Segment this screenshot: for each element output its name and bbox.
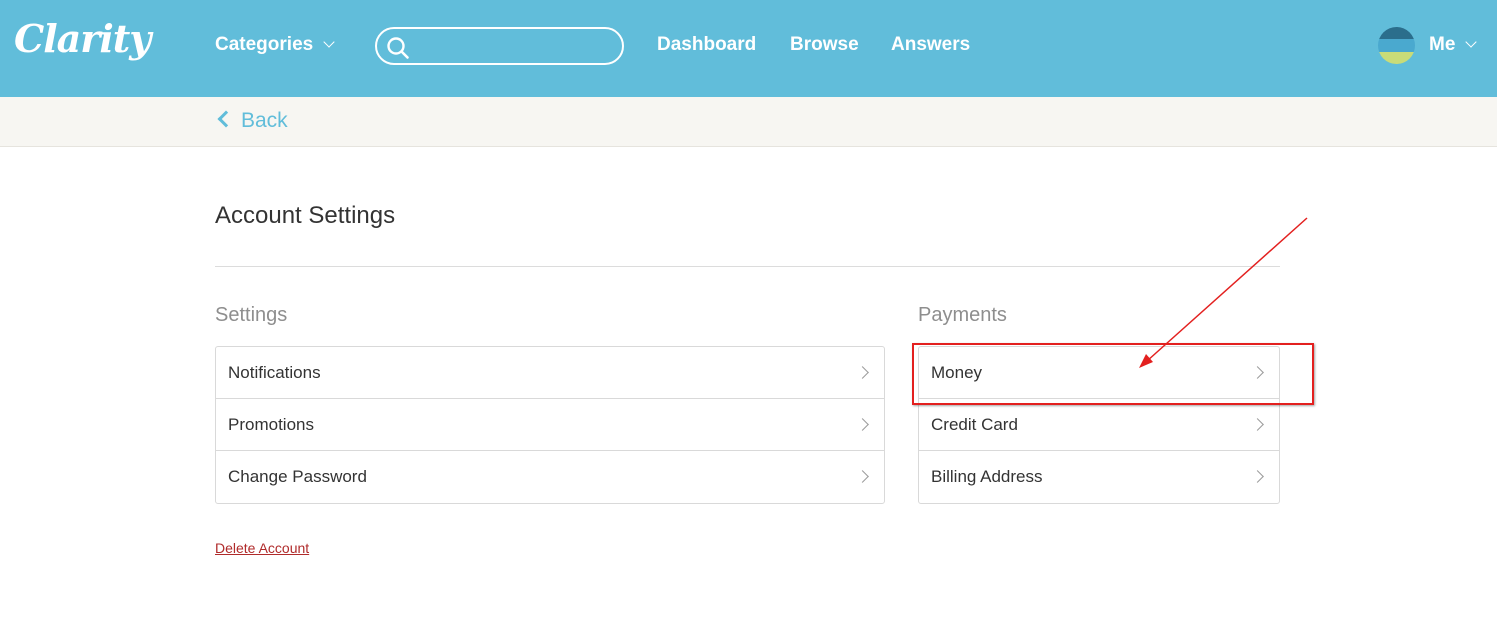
chevron-right-icon xyxy=(856,418,869,431)
settings-item-change-password[interactable]: Change Password xyxy=(216,451,884,503)
divider xyxy=(215,266,1280,267)
nav-dashboard[interactable]: Dashboard xyxy=(657,34,756,56)
user-menu-label: Me xyxy=(1429,34,1456,55)
chevron-down-icon xyxy=(1465,36,1478,48)
list-item-label: Promotions xyxy=(228,415,314,434)
search-icon xyxy=(387,37,409,59)
annotation-highlight-box xyxy=(912,343,1314,405)
chevron-right-icon xyxy=(856,366,869,379)
search-input[interactable] xyxy=(417,33,612,59)
back-link[interactable]: Back xyxy=(216,109,288,133)
settings-list: Notifications Promotions Change Password xyxy=(215,346,885,504)
list-item-label: Credit Card xyxy=(931,415,1018,434)
top-navigation-bar: Clarity Categories Dashboard Browse Answ… xyxy=(0,0,1497,97)
chevron-right-icon xyxy=(1251,470,1264,483)
settings-section-title: Settings xyxy=(215,304,288,326)
search-box[interactable] xyxy=(375,27,624,65)
settings-item-promotions[interactable]: Promotions xyxy=(216,399,884,451)
list-item-label: Billing Address xyxy=(931,467,1043,486)
chevron-right-icon xyxy=(856,470,869,483)
clarity-logo[interactable]: Clarity xyxy=(14,16,151,61)
chevron-down-icon xyxy=(323,36,335,48)
avatar[interactable] xyxy=(1378,27,1415,64)
sub-navigation-bar: Back xyxy=(0,97,1497,147)
list-item-label: Change Password xyxy=(228,467,367,486)
payments-section-title: Payments xyxy=(918,304,1007,326)
back-label: Back xyxy=(241,109,288,132)
delete-account-link[interactable]: Delete Account xyxy=(215,540,309,556)
nav-browse[interactable]: Browse xyxy=(790,34,859,56)
list-item-label: Notifications xyxy=(228,363,321,382)
settings-item-notifications[interactable]: Notifications xyxy=(216,347,884,399)
categories-label: Categories xyxy=(215,34,314,55)
chevron-right-icon xyxy=(1251,418,1264,431)
page-title: Account Settings xyxy=(215,202,396,229)
categories-dropdown[interactable]: Categories xyxy=(215,34,335,56)
payments-item-billing-address[interactable]: Billing Address xyxy=(919,451,1279,503)
user-menu[interactable]: Me xyxy=(1429,34,1478,56)
payments-item-credit-card[interactable]: Credit Card xyxy=(919,399,1279,451)
nav-answers[interactable]: Answers xyxy=(891,34,970,56)
chevron-left-icon xyxy=(217,110,235,128)
